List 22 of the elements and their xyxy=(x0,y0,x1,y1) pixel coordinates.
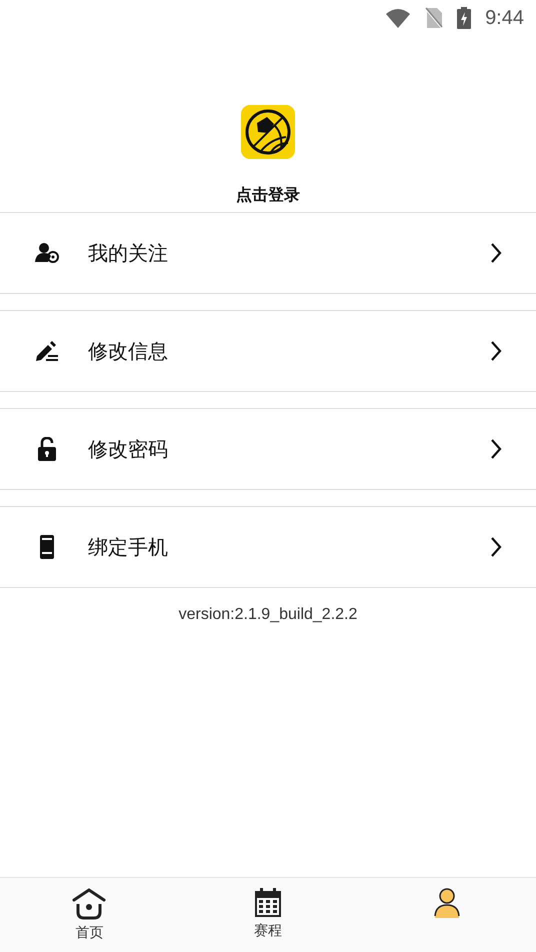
tab[interactable]: 赛程 xyxy=(178,878,358,952)
version-text: version:2.1.9_build_2.2.2 xyxy=(178,606,358,624)
menu-item[interactable]: 修改信息 xyxy=(0,310,536,392)
chevron-right-icon xyxy=(490,438,502,460)
calendar-icon xyxy=(254,888,282,918)
menu-item[interactable]: 修改密码 xyxy=(0,408,536,490)
menu-item[interactable]: 绑定手机 xyxy=(0,506,536,588)
house-icon xyxy=(72,888,106,920)
chevron-right-icon xyxy=(490,536,502,558)
person-icon xyxy=(432,888,461,918)
no-sim-icon xyxy=(425,7,444,29)
tab[interactable]: 首页 xyxy=(0,878,179,952)
battery-charging-icon xyxy=(457,7,472,29)
login-link[interactable]: 点击登录 xyxy=(236,181,300,209)
menu-item[interactable]: 我的关注 xyxy=(0,212,536,294)
chevron-right-icon xyxy=(490,340,502,362)
people-icon xyxy=(34,242,60,264)
ball-logo-icon[interactable] xyxy=(241,105,295,159)
pencil-icon xyxy=(34,340,60,362)
chevron-right-icon xyxy=(490,242,502,264)
wifi-icon xyxy=(385,8,412,28)
status-time: 9:44 xyxy=(485,6,524,30)
